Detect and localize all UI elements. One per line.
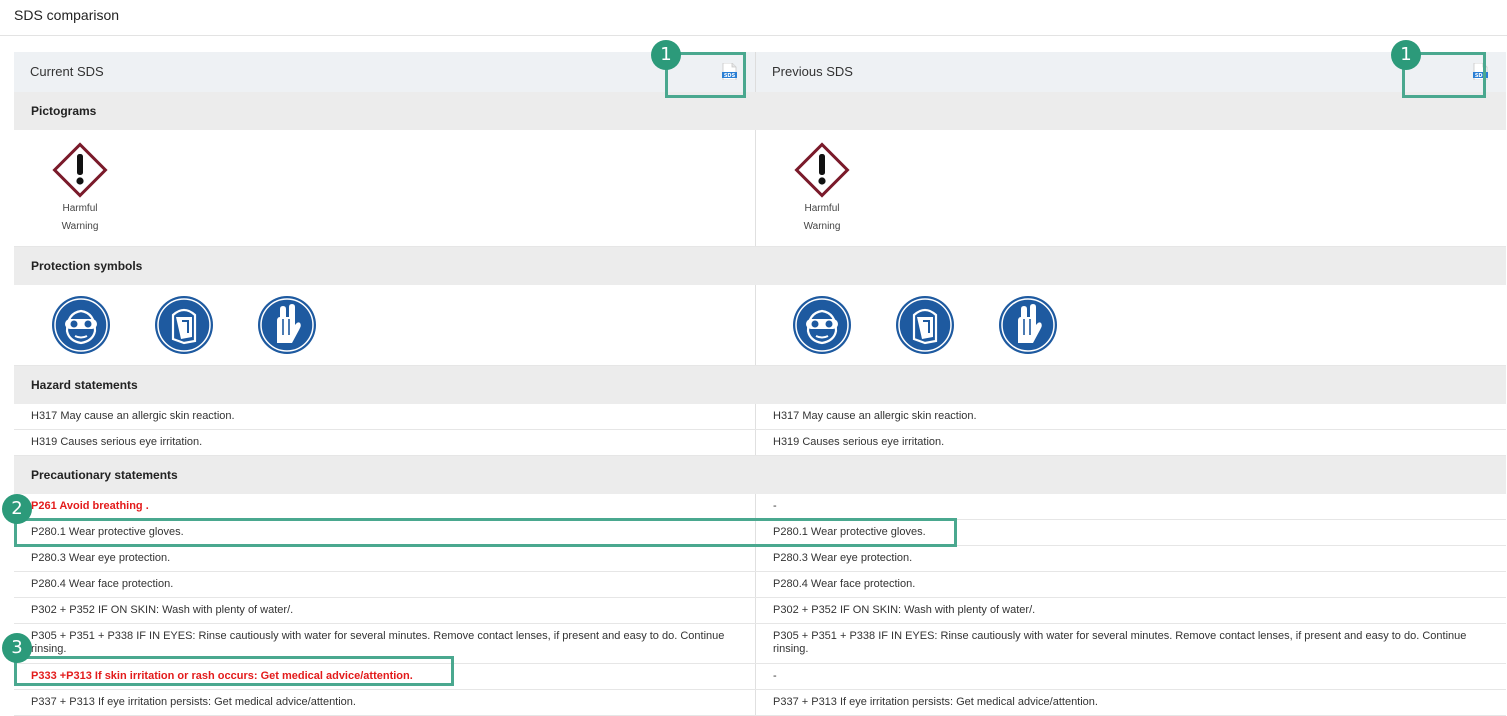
previous-precautionary-statement: - bbox=[755, 664, 1506, 689]
highlight-unchanged-statement-row bbox=[14, 518, 957, 547]
table-row: P261 Avoid breathing . - bbox=[14, 494, 1506, 520]
current-hazard-statement: H317 May cause an allergic skin reaction… bbox=[31, 410, 235, 422]
previous-precautionary-statement: P280.4 Wear face protection. bbox=[755, 572, 1506, 597]
pictogram-signal: Warning bbox=[803, 221, 841, 232]
table-row: P337 + P313 If eye irritation persists: … bbox=[14, 690, 1506, 716]
previous-hazard-statement: H319 Causes serious eye irritation. bbox=[755, 430, 1506, 455]
current-pictograms: Harmful Warning bbox=[14, 130, 755, 246]
harmful-pictogram: Harmful Warning bbox=[792, 140, 852, 236]
title-divider bbox=[0, 35, 1507, 36]
table-row: P280.4 Wear face protection. P280.4 Wear… bbox=[14, 572, 1506, 598]
current-precautionary-statement: P302 + P352 IF ON SKIN: Wash with plenty… bbox=[31, 604, 294, 616]
exclamation-diamond-icon bbox=[794, 142, 850, 198]
comparison-table: Current SDS SDS Previous SDS SDS Pictogr… bbox=[14, 52, 1506, 716]
table-row: H319 Causes serious eye irritation. H319… bbox=[14, 430, 1506, 456]
table-row: P302 + P352 IF ON SKIN: Wash with plenty… bbox=[14, 598, 1506, 624]
current-precautionary-statement: P337 + P313 If eye irritation persists: … bbox=[31, 696, 356, 708]
safety-goggles-icon bbox=[793, 296, 851, 354]
callout-badge: 2 bbox=[2, 494, 32, 524]
previous-hazard-statement: H317 May cause an allergic skin reaction… bbox=[755, 404, 1506, 429]
callout-badge: 1 bbox=[651, 40, 681, 70]
previous-precautionary-statement: P305 + P351 + P338 IF IN EYES: Rinse cau… bbox=[755, 624, 1506, 663]
face-shield-icon bbox=[155, 296, 213, 354]
previous-precautionary-statement: P337 + P313 If eye irritation persists: … bbox=[755, 690, 1506, 715]
column-header-row: Current SDS SDS Previous SDS SDS bbox=[14, 52, 1506, 92]
pictogram-name: Harmful bbox=[62, 203, 98, 214]
page-title: SDS comparison bbox=[14, 7, 120, 23]
current-protection-symbols bbox=[14, 285, 755, 365]
table-row: P280.3 Wear eye protection. P280.3 Wear … bbox=[14, 546, 1506, 572]
current-hazard-statement: H319 Causes serious eye irritation. bbox=[31, 436, 203, 448]
protective-gloves-icon bbox=[999, 296, 1057, 354]
current-precautionary-statement: P280.3 Wear eye protection. bbox=[31, 552, 171, 564]
previous-sds-label: Previous SDS bbox=[772, 64, 853, 79]
section-precautionary-statements: Precautionary statements bbox=[14, 456, 1506, 494]
pictograms-row: Harmful Warning Harmful Warning bbox=[14, 130, 1506, 247]
protective-gloves-icon bbox=[258, 296, 316, 354]
protection-row bbox=[14, 285, 1506, 366]
previous-precautionary-statement: - bbox=[755, 494, 1506, 519]
section-protection-symbols: Protection symbols bbox=[14, 247, 1506, 285]
current-precautionary-statement: P261 Avoid breathing . bbox=[31, 500, 149, 512]
pictogram-name: Harmful bbox=[804, 203, 840, 214]
current-sds-header: Current SDS SDS bbox=[14, 52, 755, 92]
current-precautionary-statement: P280.4 Wear face protection. bbox=[31, 578, 174, 590]
previous-pictograms: Harmful Warning bbox=[755, 130, 1506, 246]
face-shield-icon bbox=[896, 296, 954, 354]
callout-badge: 1 bbox=[1391, 40, 1421, 70]
exclamation-diamond-icon bbox=[52, 142, 108, 198]
previous-protection-symbols bbox=[755, 285, 1506, 365]
pictogram-signal: Warning bbox=[61, 221, 99, 232]
safety-goggles-icon bbox=[52, 296, 110, 354]
current-sds-label: Current SDS bbox=[30, 64, 104, 79]
callout-badge: 3 bbox=[2, 633, 32, 663]
section-pictograms: Pictograms bbox=[14, 92, 1506, 130]
previous-precautionary-statement: P280.3 Wear eye protection. bbox=[755, 546, 1506, 571]
previous-precautionary-statement: P302 + P352 IF ON SKIN: Wash with plenty… bbox=[755, 598, 1506, 623]
highlight-added-statement-row bbox=[14, 656, 454, 686]
harmful-pictogram: Harmful Warning bbox=[50, 140, 110, 236]
section-hazard-statements: Hazard statements bbox=[14, 366, 1506, 404]
table-row: H317 May cause an allergic skin reaction… bbox=[14, 404, 1506, 430]
